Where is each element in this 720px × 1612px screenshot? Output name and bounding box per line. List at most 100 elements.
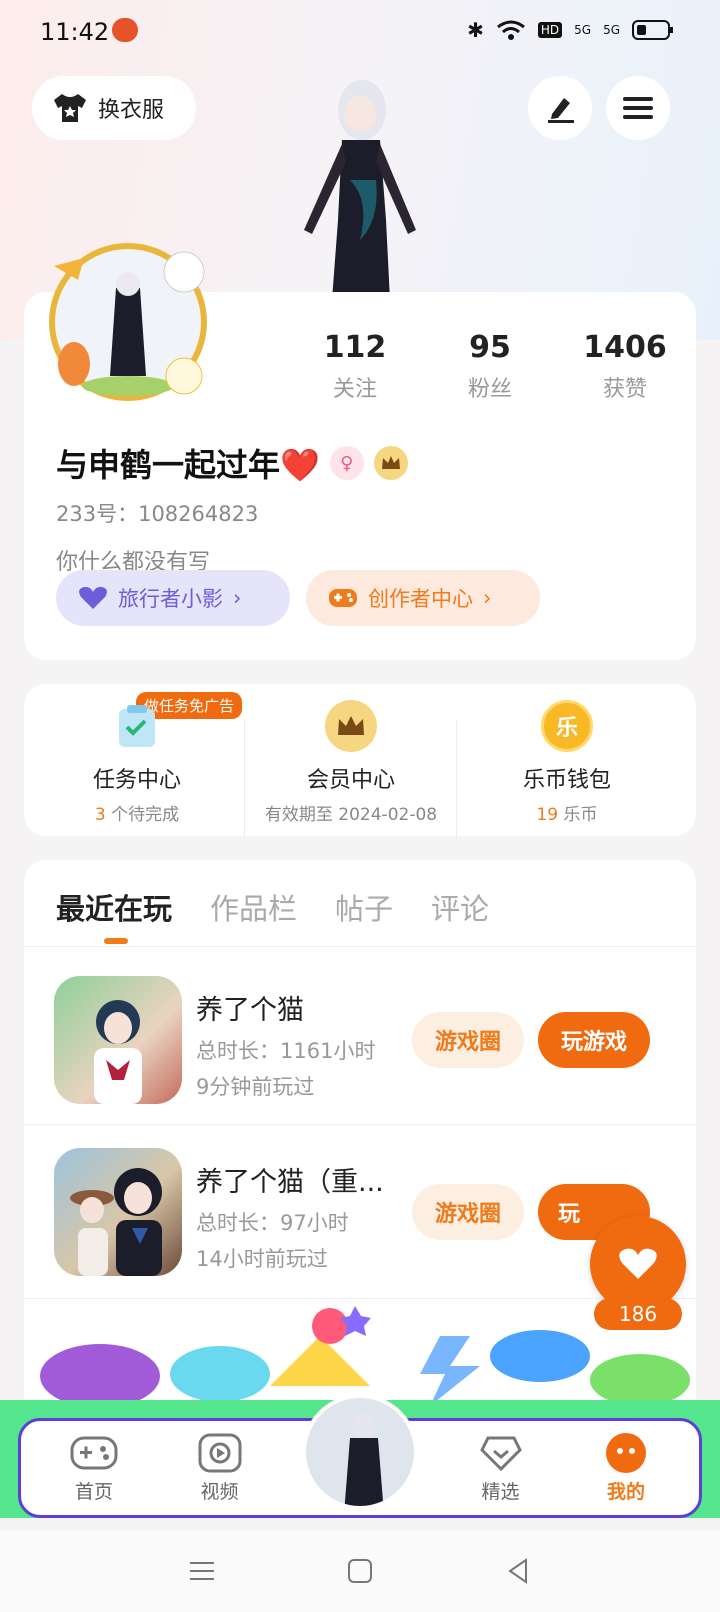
- avatar-frame: [49, 243, 207, 401]
- stat-likes[interactable]: 1406 获赞: [560, 330, 690, 403]
- game-last-played: 9分钟前玩过: [196, 1075, 315, 1099]
- coin-suffix: 乐币: [558, 805, 598, 825]
- center-avatar-button[interactable]: [302, 1394, 418, 1510]
- clipboard-icon: [111, 700, 163, 752]
- nav-mine[interactable]: 我的: [581, 1432, 671, 1504]
- game-duration: 总时长：97小时: [196, 1211, 349, 1235]
- status-bar: 11:42 ✱ HD 5G 5G: [0, 0, 720, 64]
- heart-icon: [79, 586, 107, 609]
- task-center[interactable]: 任务中心 3 个待完成: [26, 700, 248, 825]
- back-icon[interactable]: [504, 1557, 532, 1585]
- profile-name-row: 与申鹤一起过年❤️ ♀: [56, 440, 408, 486]
- crown-icon: [381, 456, 400, 469]
- recent-apps-icon[interactable]: [188, 1558, 216, 1584]
- nav-label: 我的: [606, 1480, 645, 1503]
- tab-posts[interactable]: 帖子: [335, 886, 393, 928]
- stat-value: 95: [469, 330, 511, 365]
- divider: [24, 946, 696, 947]
- stat-following[interactable]: 112 关注: [290, 330, 420, 403]
- play-game-button[interactable]: 玩游戏: [538, 1012, 650, 1068]
- status-time: 11:42: [40, 18, 110, 46]
- stat-label: 获赞: [602, 377, 647, 402]
- crown-badge-icon[interactable]: [373, 446, 408, 480]
- menu-icon: [623, 97, 653, 119]
- game-circle-button[interactable]: 游戏圈: [412, 1012, 524, 1068]
- tab-comments[interactable]: 评论: [431, 886, 489, 928]
- service-subtitle: 19 乐币: [456, 800, 678, 825]
- nav-featured[interactable]: 精选: [456, 1433, 546, 1504]
- menu-button[interactable]: [606, 76, 670, 140]
- service-subtitle: 3 个待完成: [26, 800, 248, 825]
- user-id: 233号：108264823: [56, 502, 259, 526]
- shirt-icon: [54, 94, 86, 122]
- tab-recently-played[interactable]: 最近在玩: [56, 886, 172, 928]
- pending-suffix: 个待完成: [105, 805, 180, 825]
- change-outfit-button[interactable]: 换衣服: [32, 76, 196, 140]
- wifi-icon: [496, 20, 525, 40]
- pending-count: 3: [94, 805, 106, 825]
- signal-1-icon: 5G: [574, 23, 592, 37]
- game-thumbnail[interactable]: [54, 976, 182, 1104]
- gamepad-icon: [70, 1436, 118, 1469]
- nav-home[interactable]: 首页: [49, 1433, 139, 1504]
- stat-value: 1406: [583, 330, 667, 365]
- nav-label: 精选: [481, 1480, 520, 1503]
- change-outfit-label: 换衣服: [98, 98, 165, 123]
- nav-label: 首页: [74, 1480, 113, 1503]
- stat-value: 112: [323, 330, 387, 365]
- festive-balloons-decoration: [40, 1306, 690, 1406]
- crown-icon: [325, 700, 377, 752]
- play-icon: [198, 1433, 241, 1472]
- divider: [24, 1124, 696, 1125]
- hd-icon: HD: [537, 22, 563, 38]
- stat-followers[interactable]: 95 粉丝: [425, 330, 555, 403]
- service-title: 任务中心: [92, 768, 181, 793]
- pumpkin-icon: [112, 18, 138, 42]
- heart-icon: [619, 1248, 657, 1279]
- coin-wallet[interactable]: 乐 乐币钱包 19 乐币: [456, 700, 678, 825]
- signal-2-icon: 5G: [603, 23, 620, 37]
- chip-label: 创作者中心: [368, 587, 473, 611]
- smiley-face-icon: [606, 1432, 646, 1473]
- heart-box-icon: [479, 1436, 522, 1471]
- edit-button[interactable]: [528, 76, 592, 140]
- chip-label: 旅行者小影: [118, 587, 223, 611]
- stat-label: 粉丝: [467, 377, 512, 402]
- system-nav-bar: [0, 1530, 720, 1612]
- nav-label: 视频: [200, 1480, 239, 1503]
- nav-video[interactable]: 视频: [175, 1433, 265, 1504]
- game-circle-button[interactable]: 游戏圈: [412, 1184, 524, 1240]
- chevron-right-icon: ›: [233, 586, 242, 610]
- service-title: 乐币钱包: [522, 768, 611, 793]
- profile-avatar[interactable]: [44, 236, 218, 402]
- membership-expiry: 有效期至 2024-02-08: [264, 805, 438, 825]
- creator-center-chip[interactable]: 创作者中心 ›: [306, 570, 540, 626]
- bluetooth-icon: ✱: [467, 18, 484, 42]
- game-duration: 总时长：1161小时: [196, 1039, 376, 1063]
- stat-label: 关注: [332, 377, 377, 402]
- status-icons: ✱ HD 5G 5G: [467, 18, 674, 42]
- battery-icon: [632, 20, 673, 40]
- profile-stats: 112 关注 95 粉丝 1406 获赞: [290, 330, 690, 403]
- game-info: 养了个猫 总时长：1161小时 9分钟前玩过: [196, 988, 375, 1101]
- game-thumbnail[interactable]: [54, 1148, 182, 1276]
- avatar-character-figure[interactable]: [290, 70, 430, 300]
- game-info: 养了个猫（重... 总时长：97小时 14小时前玩过: [196, 1160, 384, 1273]
- gamepad-icon: [329, 589, 357, 607]
- profile-name: 与申鹤一起过年❤️: [56, 446, 320, 484]
- game-name: 养了个猫（重...: [196, 1167, 384, 1198]
- game-last-played: 14小时前玩过: [196, 1247, 328, 1271]
- coin-icon: 乐: [541, 700, 593, 752]
- home-icon[interactable]: [346, 1557, 374, 1585]
- chevron-right-icon: ›: [483, 586, 492, 610]
- tab-indicator: [104, 938, 128, 944]
- service-title: 会员中心: [306, 768, 395, 793]
- divider: [244, 720, 245, 844]
- pen-icon: [548, 98, 574, 123]
- member-center[interactable]: 会员中心 有效期至 2024-02-08: [246, 700, 456, 825]
- tab-works[interactable]: 作品栏: [210, 886, 297, 928]
- coin-count: 19: [536, 805, 559, 825]
- content-tabs: 最近在玩 作品栏 帖子 评论: [56, 886, 489, 928]
- traveler-shadow-chip[interactable]: 旅行者小影 ›: [56, 570, 290, 626]
- female-gender-icon: ♀: [329, 446, 364, 480]
